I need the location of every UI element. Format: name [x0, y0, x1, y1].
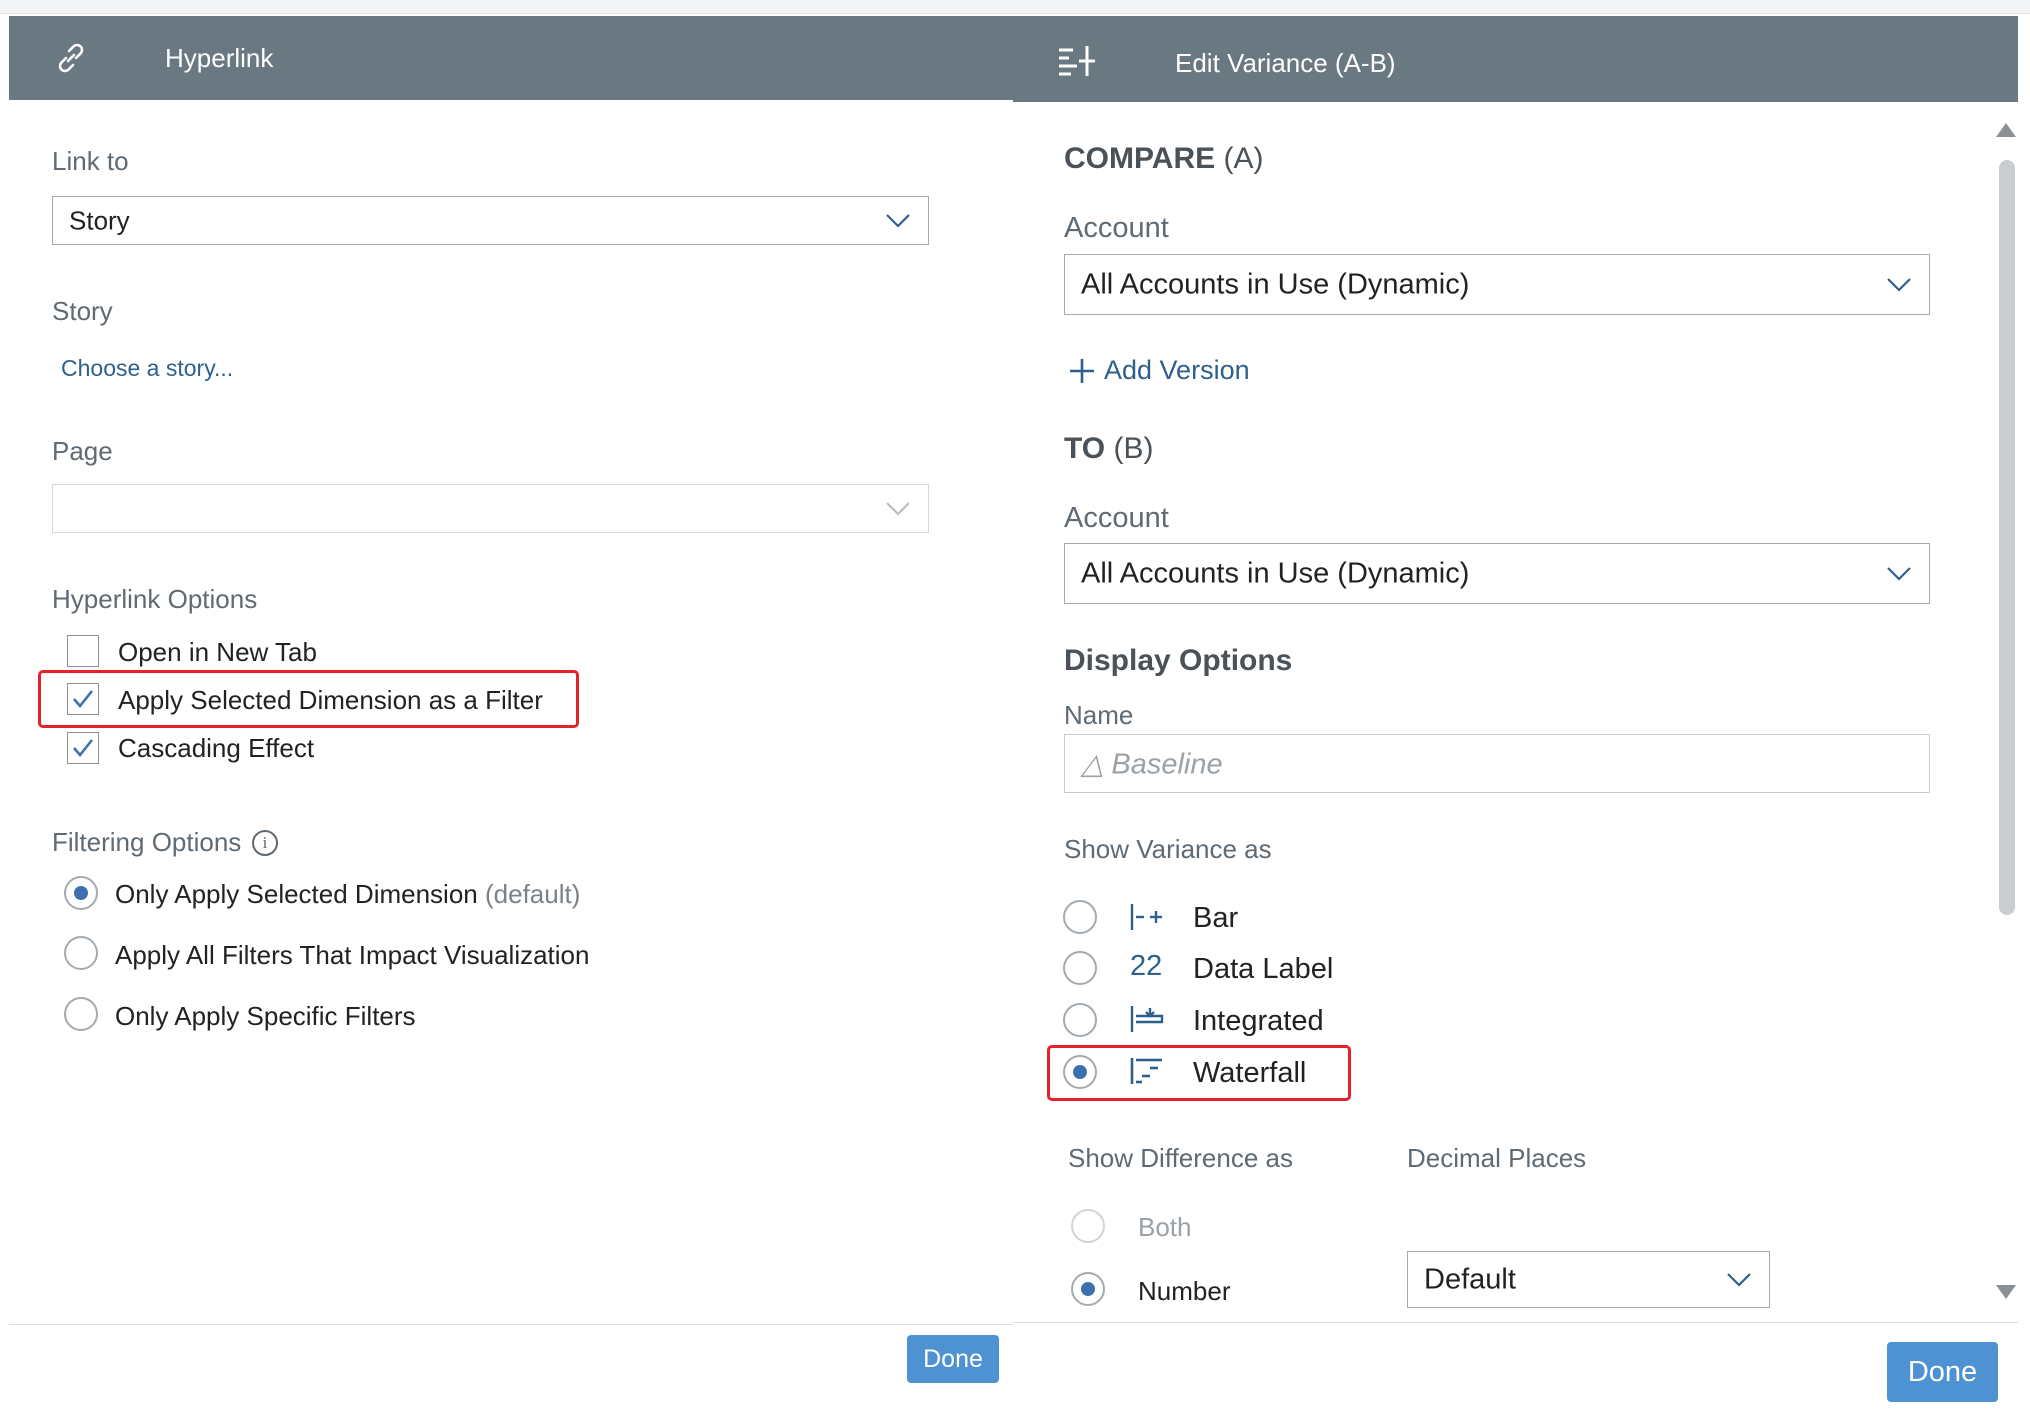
compare-suffix: (A) [1223, 142, 1264, 175]
name-placeholder: △ Baseline [1081, 748, 1223, 780]
edit-variance-title: Edit Variance (A-B) [1175, 48, 1396, 78]
page-label: Page [52, 436, 113, 466]
page-dropdown[interactable] [52, 484, 929, 533]
cascading-effect-checkbox[interactable] [67, 732, 99, 764]
footer-divider [1013, 1322, 2018, 1323]
top-strip [0, 0, 2030, 14]
name-input[interactable]: △ Baseline [1064, 734, 1930, 793]
account-b-dropdown[interactable]: All Accounts in Use (Dynamic) [1064, 543, 1930, 604]
scroll-down-arrow-icon[interactable] [1996, 1285, 2016, 1299]
page: Hyperlink Link to Story Story Choose a s… [0, 0, 2030, 1427]
radio-number[interactable] [1071, 1272, 1105, 1306]
radio-only-selected-dimension[interactable] [64, 876, 98, 910]
compare-bold: COMPARE [1064, 142, 1216, 175]
link-icon [58, 43, 84, 73]
done-button[interactable]: Done [907, 1335, 999, 1383]
only-selected-dimension-label: Only Apply Selected Dimension (default) [115, 879, 580, 910]
display-options-heading: Display Options [1064, 644, 1292, 678]
decimal-places-dropdown[interactable]: Default [1407, 1251, 1770, 1308]
number-label: Number [1138, 1276, 1231, 1306]
only-specific-filters-label: Only Apply Specific Filters [115, 1001, 416, 1031]
variance-icon [1059, 46, 1095, 76]
highlight-box [38, 670, 579, 728]
radio-data-label[interactable] [1063, 951, 1097, 985]
radio-bar[interactable] [1063, 900, 1097, 934]
integrated-icon [1130, 1006, 1164, 1032]
edit-variance-panel: Edit Variance (A-B) COMPARE (A) Account … [1013, 16, 2018, 1406]
chevron-down-icon [1887, 277, 1911, 292]
account-b-value: All Accounts in Use (Dynamic) [1081, 557, 1470, 589]
bar-variance-icon [1130, 904, 1162, 930]
hyperlink-options-label: Hyperlink Options [52, 584, 258, 614]
radio-integrated[interactable] [1063, 1003, 1097, 1037]
account-a-dropdown[interactable]: All Accounts in Use (Dynamic) [1064, 254, 1930, 315]
data-label-icon: 22 [1130, 950, 1163, 982]
filtering-options-label: Filtering Options [52, 827, 242, 857]
chevron-down-icon [1727, 1272, 1751, 1287]
account-a-label: Account [1064, 212, 1169, 244]
link-to-value: Story [69, 205, 130, 235]
account-b-label: Account [1064, 502, 1169, 534]
bar-label: Bar [1193, 902, 1239, 934]
info-icon[interactable]: i [252, 830, 278, 856]
show-variance-label: Show Variance as [1064, 834, 1272, 864]
open-new-tab-label: Open in New Tab [118, 637, 317, 667]
data-label-label: Data Label [1193, 953, 1334, 985]
checkmark-icon [73, 739, 94, 758]
scroll-up-arrow-icon[interactable] [1996, 123, 2016, 137]
to-bold: TO [1064, 432, 1106, 465]
chevron-down-icon [886, 213, 910, 228]
apply-all-filters-label: Apply All Filters That Impact Visualizat… [115, 940, 590, 970]
edit-variance-header: Edit Variance (A-B) [1013, 16, 2018, 102]
to-heading: TO (B) [1064, 432, 1153, 466]
display-options-text: Display Options [1064, 644, 1293, 677]
radio-both[interactable] [1071, 1209, 1105, 1243]
default-suffix: (default) [484, 879, 581, 909]
show-difference-label: Show Difference as [1068, 1143, 1293, 1173]
chevron-down-icon [886, 501, 910, 516]
hyperlink-title: Hyperlink [165, 43, 274, 73]
scrollbar-thumb[interactable] [1999, 160, 2015, 915]
integrated-label: Integrated [1193, 1005, 1324, 1037]
decimal-places-label: Decimal Places [1407, 1143, 1587, 1173]
story-label: Story [52, 296, 113, 326]
choose-story-link[interactable]: Choose a story... [61, 355, 233, 382]
only-selected-dimension-text: Only Apply Selected Dimension [115, 879, 478, 909]
link-to-label: Link to [52, 146, 129, 176]
add-version-link[interactable]: Add Version [1104, 355, 1250, 386]
open-new-tab-checkbox[interactable] [67, 635, 99, 667]
radio-apply-all-filters[interactable] [64, 936, 98, 970]
both-label: Both [1138, 1212, 1192, 1242]
cascading-effect-label: Cascading Effect [118, 733, 315, 763]
decimal-places-value: Default [1424, 1263, 1516, 1295]
footer-divider [9, 1324, 1013, 1325]
hyperlink-panel: Hyperlink Link to Story Story Choose a s… [9, 16, 1013, 1406]
to-suffix: (B) [1113, 432, 1154, 465]
radio-only-specific-filters[interactable] [64, 997, 98, 1031]
chevron-down-icon [1887, 566, 1911, 581]
link-to-dropdown[interactable]: Story [52, 196, 929, 245]
done-button[interactable]: Done [1887, 1342, 1998, 1402]
hyperlink-header: Hyperlink [9, 16, 1013, 100]
compare-heading: COMPARE (A) [1064, 142, 1263, 176]
highlight-box [1047, 1045, 1351, 1101]
account-a-value: All Accounts in Use (Dynamic) [1081, 268, 1470, 300]
name-label: Name [1064, 700, 1134, 730]
plus-icon[interactable] [1069, 358, 1095, 384]
